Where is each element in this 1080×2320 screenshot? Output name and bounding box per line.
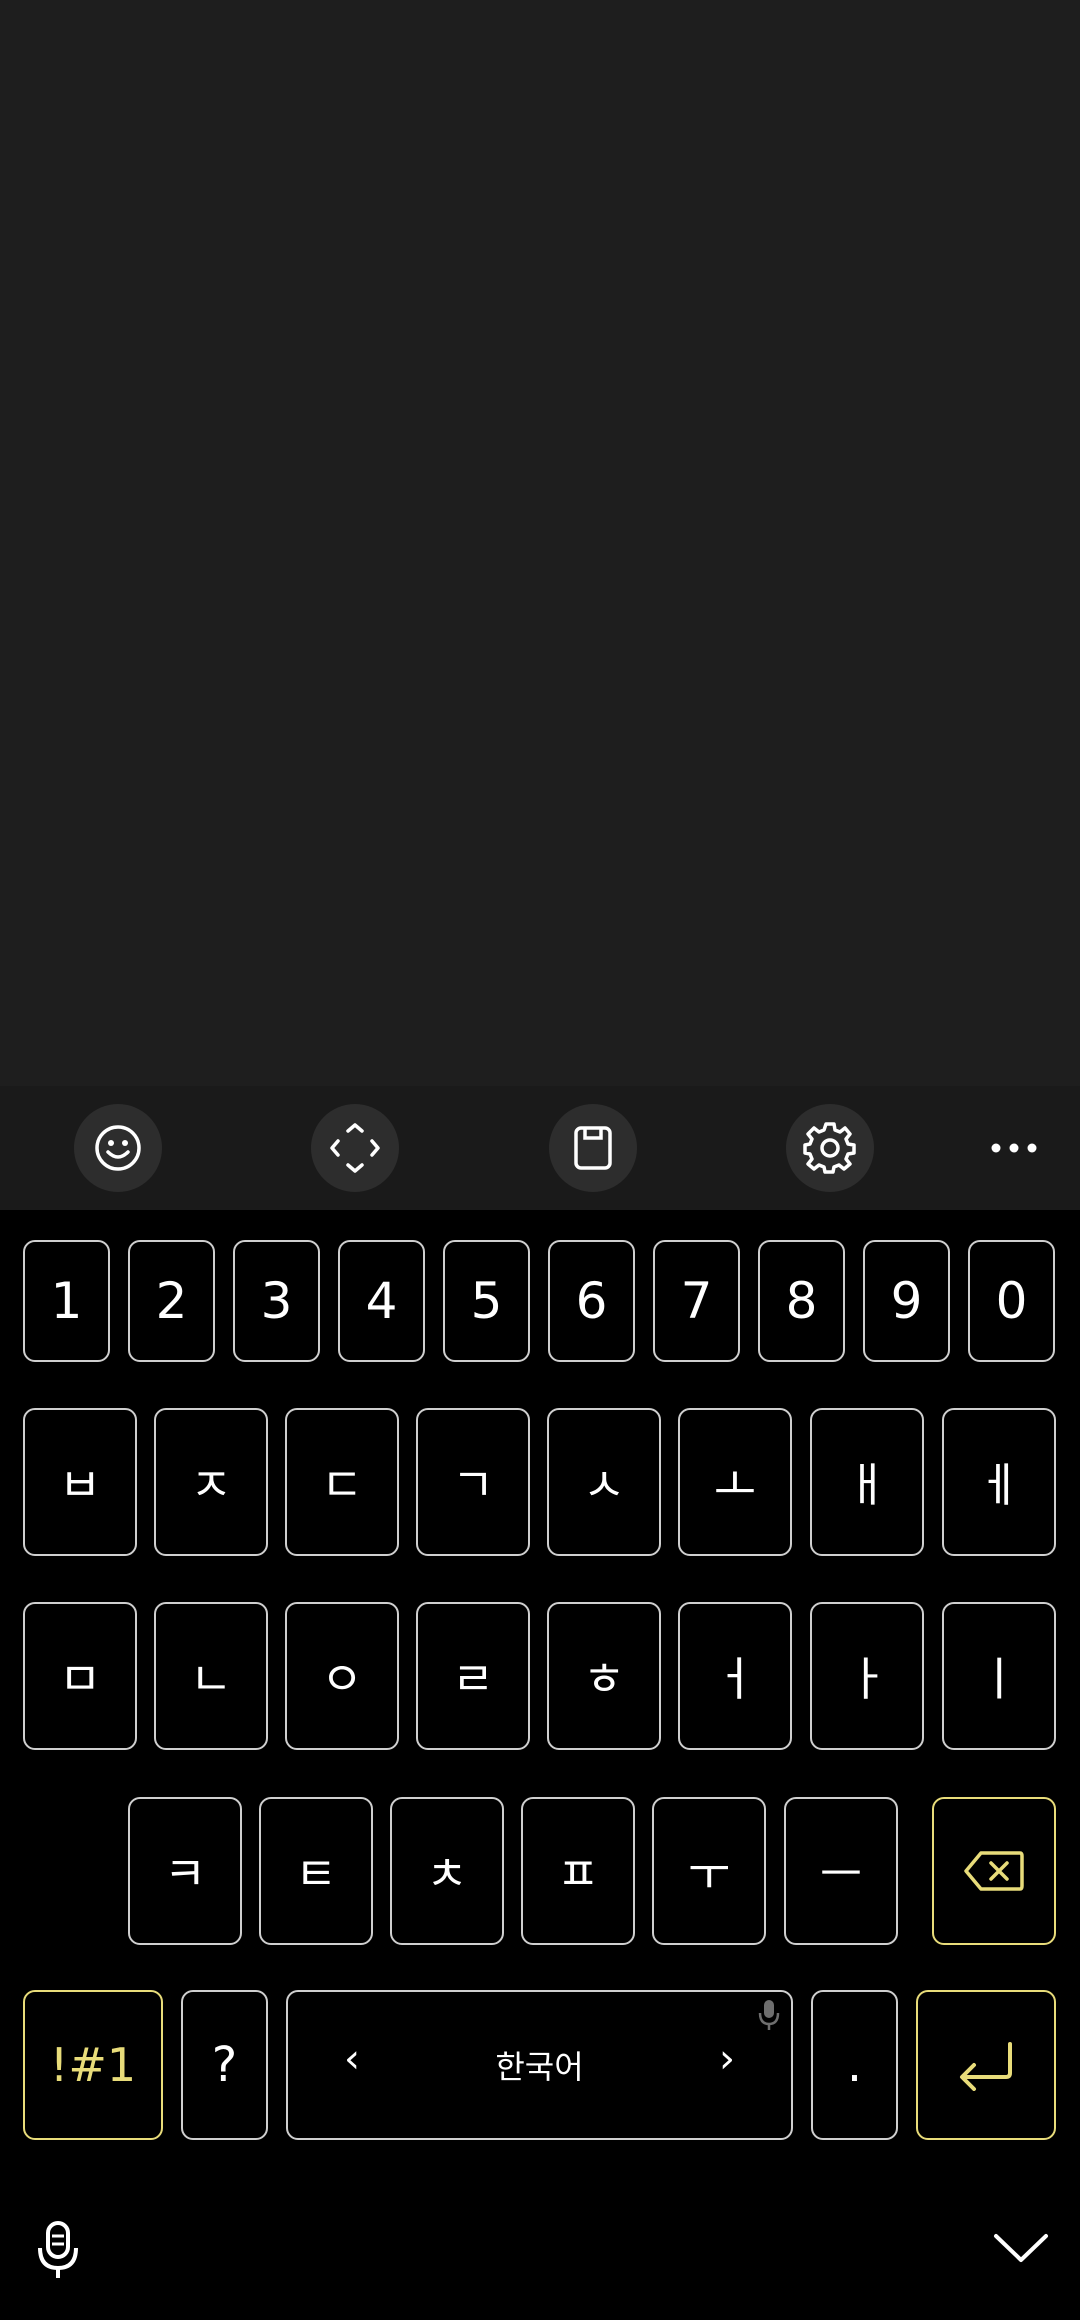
key-a[interactable]: ㅏ xyxy=(810,1602,924,1750)
key-tieut[interactable]: ㅌ xyxy=(259,1797,373,1945)
key-jieut[interactable]: ㅈ xyxy=(154,1408,268,1556)
settings-gear-icon xyxy=(803,1122,856,1174)
key-eo[interactable]: ㅓ xyxy=(678,1602,792,1750)
chevron-down-icon xyxy=(994,2234,1048,2262)
key-i[interactable]: ㅣ xyxy=(942,1602,1056,1750)
key-u[interactable]: ㅜ xyxy=(652,1797,766,1945)
key-nieun[interactable]: ㄴ xyxy=(154,1602,268,1750)
key-6[interactable]: 6 xyxy=(548,1240,635,1362)
backspace-icon xyxy=(964,1851,1024,1891)
key-pieup[interactable]: ㅍ xyxy=(521,1797,635,1945)
space-language-label: 한국어 xyxy=(495,2048,584,2086)
question-key[interactable]: ? xyxy=(181,1990,268,2140)
symbols-key[interactable]: !#1 xyxy=(23,1990,163,2140)
key-2[interactable]: 2 xyxy=(128,1240,215,1362)
key-8[interactable]: 8 xyxy=(758,1240,845,1362)
app-content-area xyxy=(0,0,1080,1086)
microphone-icon xyxy=(38,2221,78,2278)
key-3[interactable]: 3 xyxy=(233,1240,320,1362)
key-giyeok[interactable]: ㄱ xyxy=(416,1408,530,1556)
clipboard-button[interactable] xyxy=(549,1104,637,1192)
move-keyboard-button[interactable] xyxy=(311,1104,399,1192)
emoji-button[interactable] xyxy=(74,1104,162,1192)
key-9[interactable]: 9 xyxy=(863,1240,950,1362)
key-mieum[interactable]: ㅁ xyxy=(23,1602,137,1750)
key-digeut[interactable]: ㄷ xyxy=(285,1408,399,1556)
clipboard-icon xyxy=(574,1126,612,1170)
keyboard-toolbar xyxy=(0,1086,1080,1210)
enter-icon xyxy=(960,2042,1012,2091)
key-rieul[interactable]: ㄹ xyxy=(416,1602,530,1750)
more-options-button[interactable] xyxy=(970,1104,1058,1192)
key-eu[interactable]: ㅡ xyxy=(784,1797,898,1945)
hide-keyboard-button[interactable] xyxy=(990,2228,1052,2272)
emoji-icon xyxy=(95,1125,141,1171)
key-5[interactable]: 5 xyxy=(443,1240,530,1362)
key-e[interactable]: ㅔ xyxy=(942,1408,1056,1556)
mini-mic-icon xyxy=(758,2000,780,2030)
enter-key[interactable] xyxy=(916,1990,1056,2140)
key-7[interactable]: 7 xyxy=(653,1240,740,1362)
key-chieut[interactable]: ㅊ xyxy=(390,1797,504,1945)
move-keyboard-icon xyxy=(330,1123,380,1173)
keyboard: 1 2 3 4 5 6 7 8 9 0 ㅂ ㅈ ㄷ ㄱ ㅅ ㅗ ㅐ ㅔ ㅁ ㄴ … xyxy=(0,1210,1080,2320)
backspace-key[interactable] xyxy=(932,1797,1056,1945)
key-ieung[interactable]: ㅇ xyxy=(285,1602,399,1750)
key-kieuk[interactable]: ㅋ xyxy=(128,1797,242,1945)
key-4[interactable]: 4 xyxy=(338,1240,425,1362)
space-right-arrow: › xyxy=(719,2036,735,2082)
space-key[interactable]: ‹ 한국어 › xyxy=(286,1990,793,2140)
key-o-vowel[interactable]: ㅗ xyxy=(678,1408,792,1556)
voice-input-button[interactable] xyxy=(34,2220,82,2286)
key-bieup[interactable]: ㅂ xyxy=(23,1408,137,1556)
key-1[interactable]: 1 xyxy=(23,1240,110,1362)
key-siot[interactable]: ㅅ xyxy=(547,1408,661,1556)
key-hieut[interactable]: ㅎ xyxy=(547,1602,661,1750)
key-ae[interactable]: ㅐ xyxy=(810,1408,924,1556)
settings-button[interactable] xyxy=(786,1104,874,1192)
more-options-icon xyxy=(991,1143,1037,1153)
period-key[interactable]: . xyxy=(811,1990,898,2140)
key-0[interactable]: 0 xyxy=(968,1240,1055,1362)
